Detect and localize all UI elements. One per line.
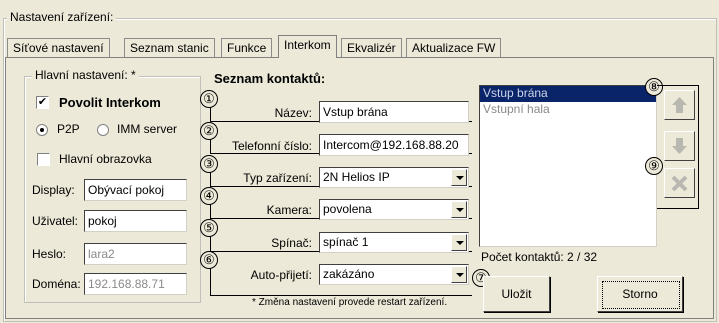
main-settings-title: Hlavní nastavení: * (32, 68, 139, 82)
camera-select[interactable]: povolena (319, 199, 469, 220)
domain-input[interactable]: 192.168.88.71 (84, 273, 187, 295)
auto-answer-select[interactable]: zakázáno (319, 264, 469, 285)
marker-6: ⑥ (200, 251, 218, 269)
chevron-down-icon[interactable] (451, 266, 467, 283)
restart-note: * Změna nastavení provede restart zaříze… (252, 297, 448, 308)
switch-select[interactable]: spínač 1 (319, 232, 469, 253)
name-input[interactable]: Vstup brána (319, 101, 469, 123)
contacts-listbox[interactable]: Vstup brána Vstupní hala (479, 85, 657, 247)
camera-label: Kamera: (266, 203, 312, 217)
user-label: Uživatel: (32, 214, 79, 228)
password-label: Heslo: (32, 247, 67, 261)
chevron-down-icon[interactable] (451, 234, 467, 251)
device-type-select[interactable]: 2N Helios IP (319, 167, 469, 188)
camera-value: povolena (323, 202, 372, 216)
chevron-down-icon[interactable] (451, 169, 467, 186)
device-type-label: Typ zařízení: (243, 171, 312, 185)
delete-button[interactable] (664, 168, 695, 198)
main-screen-label: Hlavní obrazovka (59, 152, 152, 166)
cancel-focus-rect (602, 281, 680, 309)
p2p-radio[interactable] (36, 124, 48, 136)
contacts-count: Počet kontaktů: 2 / 32 (481, 250, 598, 264)
delete-x-icon (671, 175, 688, 192)
cancel-button[interactable]: Storno (597, 276, 683, 312)
list-item[interactable]: Vstup brána (480, 86, 656, 102)
chevron-down-icon[interactable] (451, 201, 467, 218)
tab-equalizer[interactable]: Ekvalizér (341, 38, 402, 57)
marker-3: ③ (200, 155, 218, 173)
password-input[interactable]: lara2 (84, 243, 187, 265)
arrow-up-icon (672, 97, 687, 113)
move-down-button[interactable] (664, 131, 695, 161)
arrow-down-icon (672, 138, 687, 154)
display-input[interactable]: Obývací pokoj (84, 179, 187, 201)
user-input[interactable]: pokoj (84, 210, 187, 232)
marker-5: ⑤ (200, 219, 218, 237)
tab-intercom[interactable]: Interkom (278, 35, 337, 58)
imm-server-radio[interactable] (97, 124, 109, 136)
tab-station-list[interactable]: Seznam stanic (124, 38, 215, 57)
name-label: Název: (274, 106, 312, 120)
device-settings-title: Nastavení zařízení: (7, 10, 117, 24)
list-item[interactable]: Vstupní hala (480, 102, 656, 118)
domain-label: Doména: (32, 277, 81, 291)
tab-fw-update[interactable]: Aktualizace FW (406, 38, 502, 57)
auto-answer-label: Auto-přijetí: (250, 268, 312, 282)
device-type-value: 2N Helios IP (323, 170, 390, 184)
switch-label: Spínač: (271, 236, 312, 250)
switch-value: spínač 1 (323, 235, 369, 249)
p2p-label: P2P (57, 122, 80, 136)
auto-answer-value: zakázáno (323, 267, 375, 281)
marker-4: ④ (200, 187, 218, 205)
imm-server-label: IMM server (117, 122, 177, 136)
phone-label: Telefonní číslo: (231, 139, 312, 153)
save-button-label: Uložit (501, 287, 532, 301)
marker-1: ① (200, 90, 218, 108)
main-screen-checkbox[interactable] (37, 153, 50, 166)
display-label: Display: (32, 183, 75, 197)
tab-network[interactable]: Síťové nastavení (7, 38, 110, 57)
enable-intercom-checkbox[interactable]: ✔ (36, 96, 49, 109)
tab-functions[interactable]: Funkce (221, 38, 273, 57)
save-button[interactable]: Uložit (483, 276, 550, 312)
phone-input[interactable]: Intercom@192.168.88.20 (319, 134, 469, 156)
contacts-title: Seznam kontaktů: (214, 71, 326, 86)
enable-intercom-label: Povolit Interkom (59, 95, 161, 110)
marker-2: ② (200, 122, 218, 140)
move-up-button[interactable] (664, 90, 695, 120)
